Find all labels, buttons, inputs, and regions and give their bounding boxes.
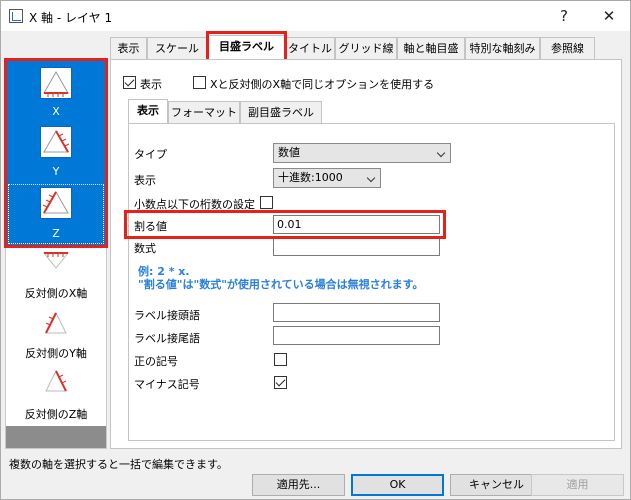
tab-title[interactable]: タイトル — [285, 37, 335, 59]
display-subpanel: タイプ 数値 表示 十進数:1000 小数点以下の桁数の設定 割る値 0.01 … — [128, 123, 615, 441]
prefix-input[interactable] — [273, 303, 440, 322]
type-label: タイプ — [134, 148, 167, 161]
apply-to-button[interactable]: 適用先... — [252, 474, 345, 496]
suffix-input[interactable] — [273, 326, 440, 345]
subtab-minor-tick-labels[interactable]: 副目盛ラベル — [240, 101, 322, 123]
ok-button[interactable]: OK — [351, 474, 444, 496]
axis-item-label: 反対側のZ軸 — [24, 408, 88, 421]
plus-sign-label: 正の記号 — [134, 355, 178, 368]
display-value: 十進数:1000 — [278, 171, 343, 184]
tab-scale[interactable]: スケール — [147, 37, 207, 59]
plus-sign-checkbox[interactable] — [274, 353, 287, 366]
tick-labels-panel: 表示 Xと反対側のX軸で同じオプションを使用する 表示 フォーマット 副目盛ラベ… — [110, 59, 622, 449]
help-button[interactable]: ? — [544, 1, 584, 31]
type-select[interactable]: 数値 — [273, 143, 451, 163]
tab-reference-lines[interactable]: 参照線 — [540, 37, 595, 59]
display-select[interactable]: 十進数:1000 — [273, 168, 381, 188]
minus-sign-label: マイナス記号 — [134, 378, 200, 391]
opposite-y-axis-icon — [44, 311, 68, 338]
window-title: X 軸 - レイヤ 1 — [29, 11, 113, 25]
hint-note: "割る値"は"数式"が使用されている場合は無視されます。 — [138, 278, 424, 291]
axis-dialog: X 軸 - レイヤ 1 ? ✕ X Y Z 反対側のX軸 反対側のY軸 反対側の… — [0, 0, 631, 500]
sidebar-empty-area — [6, 426, 106, 448]
app-icon — [9, 9, 23, 23]
formula-label: 数式 — [134, 242, 156, 255]
display-label: 表示 — [134, 174, 156, 187]
opposite-z-axis-icon — [44, 369, 68, 396]
subtab-display[interactable]: 表示 — [128, 99, 168, 124]
show-label: 表示 — [140, 78, 162, 91]
tab-axis-and-ticks[interactable]: 軸と軸目盛 — [397, 37, 465, 59]
tab-display[interactable]: 表示 — [110, 37, 147, 59]
show-checkbox[interactable] — [123, 76, 136, 89]
same-options-checkbox[interactable] — [193, 76, 206, 89]
suffix-label: ラベル接尾語 — [134, 332, 200, 345]
close-button[interactable]: ✕ — [589, 1, 629, 31]
chevron-down-icon — [436, 148, 446, 158]
subtab-format[interactable]: フォーマット — [168, 101, 240, 123]
axis-item-label: 反対側のY軸 — [25, 347, 87, 360]
tab-special-ticks[interactable]: 特別な軸刻み — [465, 37, 540, 59]
chevron-down-icon — [366, 173, 376, 183]
axis-item-opposite-y[interactable]: 反対側のY軸 — [6, 307, 106, 365]
prefix-label: ラベル接頭語 — [134, 309, 200, 322]
axis-item-label: 反対側のX軸 — [24, 287, 88, 300]
cancel-button[interactable]: キャンセル — [450, 474, 543, 496]
title-bar: X 軸 - レイヤ 1 ? ✕ — [1, 1, 630, 31]
axis-item-opposite-z[interactable]: 反対側のZ軸 — [6, 365, 106, 425]
decimals-checkbox[interactable] — [260, 196, 273, 209]
axis-item-opposite-x[interactable]: 反対側のX軸 — [6, 249, 106, 307]
apply-button[interactable]: 適用 — [531, 474, 624, 496]
status-text: 複数の軸を選択すると一括で編集できます。 — [9, 458, 228, 471]
formula-input[interactable] — [273, 237, 440, 256]
tab-grid-lines[interactable]: グリッド線 — [335, 37, 397, 59]
highlight-box-divide — [124, 210, 446, 239]
opposite-x-axis-icon — [41, 251, 71, 274]
type-value: 数値 — [278, 146, 300, 159]
same-options-label: Xと反対側のX軸で同じオプションを使用する — [210, 78, 435, 91]
highlight-box-axes — [4, 58, 108, 248]
minus-sign-checkbox[interactable] — [274, 376, 287, 389]
